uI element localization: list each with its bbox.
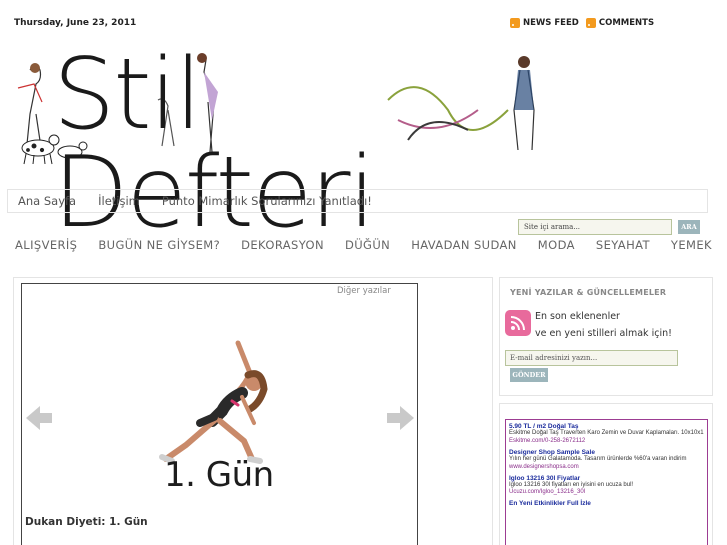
- nav-contact[interactable]: İletişim: [98, 194, 140, 208]
- rss-icon: [510, 18, 520, 28]
- ad-body: Yılın her günü Galatamoda. Tasarım ürünl…: [509, 455, 687, 462]
- comments-feed-label: COMMENTS: [598, 18, 655, 28]
- email-field[interactable]: E-mail adresinizi yazın...: [505, 350, 678, 366]
- ad-url[interactable]: www.designershopsa.com: [509, 464, 704, 470]
- rss-icon: [585, 18, 596, 28]
- post-title[interactable]: Dukan Diyeti: 1. Gün: [25, 516, 148, 528]
- ad-url[interactable]: Eskitme.com/0-258-2672112: [509, 438, 704, 444]
- rss-icon[interactable]: [505, 310, 531, 336]
- category-nav: ALIŞVERİŞ BUGÜN NE GİYSEM? DEKORASYON DÜ…: [15, 238, 712, 252]
- prev-arrow-bar[interactable]: [38, 413, 52, 423]
- ad-title[interactable]: Igloo 13216 30l Fiyatlar: [509, 475, 704, 482]
- ad-item[interactable]: En Yeni Etkinlikler Full İzle: [509, 500, 704, 507]
- ad-title[interactable]: En Yeni Etkinlikler Full İzle: [509, 500, 704, 507]
- subscribe-text-2: ve en yeni stilleri almak için!: [535, 328, 672, 339]
- category-wedding[interactable]: DÜĞÜN: [345, 238, 390, 252]
- subscribe-heading: YENİ YAZILAR & GÜNCELLEMELER: [510, 288, 667, 297]
- category-decoration[interactable]: DEKORASYON: [241, 238, 324, 252]
- news-feed-link[interactable]: NEWS FEED: [510, 18, 579, 28]
- nav-punto[interactable]: Punto Mimarlık Sorularınızı Yanıtladı!: [162, 194, 372, 208]
- ad-title[interactable]: Designer Shop Sample Sale: [509, 449, 704, 456]
- category-fashion[interactable]: MODA: [538, 238, 575, 252]
- site-logo[interactable]: Stil Defteri: [8, 40, 548, 242]
- ad-item[interactable]: 5.90 TL / m2 Doğal Taş Eskitme Doğal Taş…: [509, 423, 704, 444]
- next-arrow-bar[interactable]: [387, 413, 401, 423]
- news-feed-label: NEWS FEED: [523, 18, 579, 28]
- next-arrow-icon[interactable]: [400, 406, 414, 430]
- feed-links: NEWS FEED COMMENTS: [510, 18, 654, 28]
- ad-body: Igloo 13216 30l fiyatları en iyisini en …: [509, 481, 634, 488]
- ad-body: Eskitme Doğal Taş Traverten Karo Zemin v…: [509, 430, 704, 436]
- page-nav: Ana Sayfa İletişim Punto Mimarlık Sorula…: [7, 189, 708, 213]
- category-travel[interactable]: SEYAHAT: [596, 238, 650, 252]
- workout-woman-image: [159, 340, 268, 464]
- search-input[interactable]: Site içi arama...: [518, 219, 672, 235]
- search-button[interactable]: ARA: [678, 220, 700, 234]
- category-shopping[interactable]: ALIŞVERİŞ: [15, 238, 77, 252]
- other-posts-link[interactable]: Diğer yazılar: [337, 286, 391, 296]
- category-what-to-wear[interactable]: BUGÜN NE GİYSEM?: [98, 238, 220, 252]
- comments-feed-link[interactable]: COMMENTS: [585, 18, 655, 28]
- subscribe-text-1: En son eklenenler: [535, 311, 620, 322]
- ad-item[interactable]: Designer Shop Sample Sale Yılın her günü…: [509, 449, 704, 470]
- nav-home[interactable]: Ana Sayfa: [18, 194, 76, 208]
- date-label: Thursday, June 23, 2011: [14, 18, 137, 28]
- ad-url[interactable]: Ucuzu.com/Igloo_13216_30l: [509, 489, 704, 495]
- category-chitchat[interactable]: HAVADAN SUDAN: [411, 238, 517, 252]
- ads-box: 5.90 TL / m2 Doğal Taş Eskitme Doğal Taş…: [505, 419, 708, 545]
- slide-caption: 1. Gün: [164, 455, 274, 495]
- ad-item[interactable]: Igloo 13216 30l Fiyatlar Igloo 13216 30l…: [509, 475, 704, 496]
- category-food[interactable]: YEMEK: [671, 238, 712, 252]
- submit-button[interactable]: GÖNDER: [510, 368, 548, 382]
- ad-title[interactable]: 5.90 TL / m2 Doğal Taş: [509, 423, 704, 430]
